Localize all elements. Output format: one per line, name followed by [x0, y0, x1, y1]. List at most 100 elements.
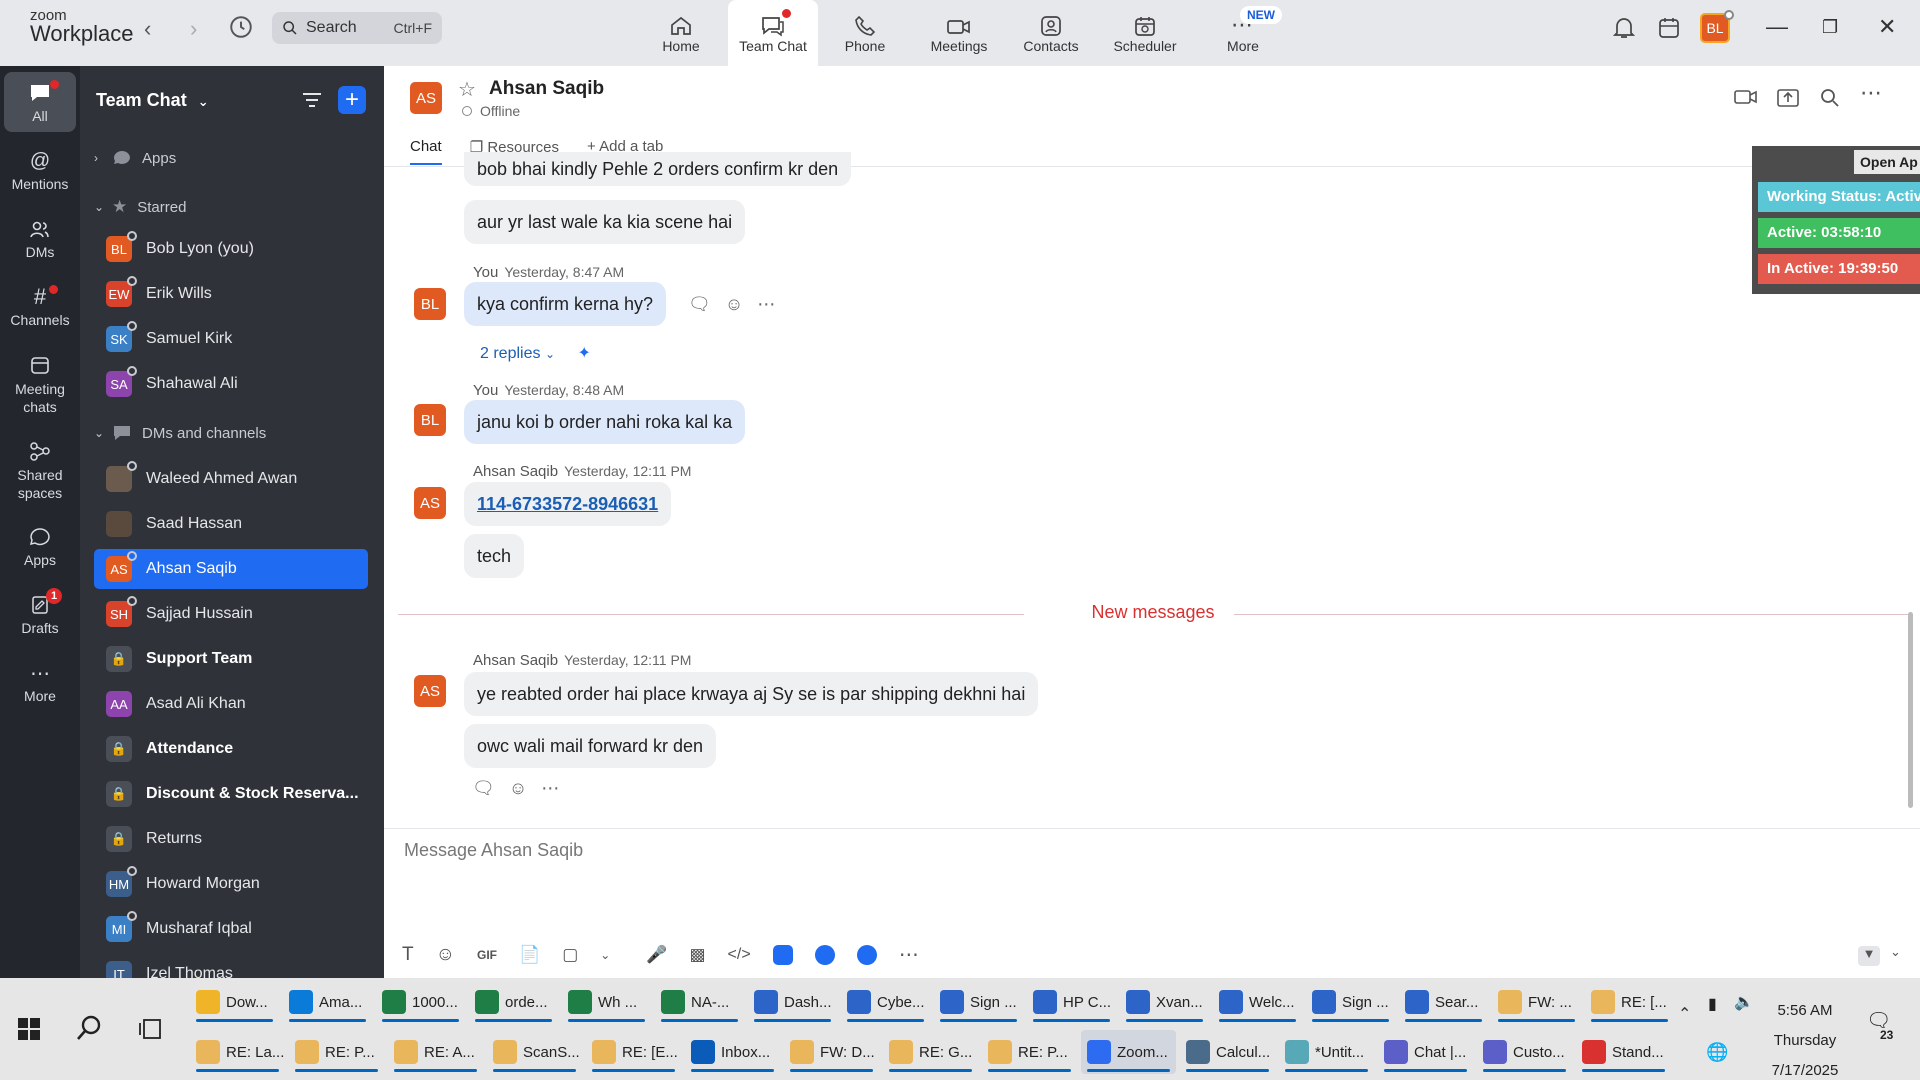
system-clock[interactable]: 5:56 AM Thursday 7/17/2025 — [1760, 996, 1850, 1080]
nav-team-chat[interactable]: Team Chat — [728, 0, 818, 66]
rail-more[interactable]: ⋯ More — [4, 658, 76, 705]
sidebar-title[interactable]: Team Chat ⌄ — [96, 90, 209, 111]
sidebar-item-sajjad-hussain[interactable]: SH Sajjad Hussain — [94, 594, 368, 634]
sidebar-item-howard-morgan[interactable]: HM Howard Morgan — [94, 864, 368, 904]
taskbar-app-button[interactable]: Wh ... — [562, 980, 651, 1024]
ai-sparkle-icon[interactable]: ✦ — [577, 345, 590, 362]
thread-replies-link[interactable]: 2 replies ⌄ ✦ — [480, 343, 591, 363]
contact-name[interactable]: Ahsan Saqib — [489, 78, 604, 100]
nav-meetings[interactable]: Meetings — [914, 0, 1004, 66]
taskbar-app-button[interactable]: NA-... — [655, 980, 744, 1024]
rail-channels[interactable]: # Channels — [4, 282, 76, 328]
taskbar-app-button[interactable]: RE: P... — [289, 1030, 384, 1074]
avatar[interactable]: BL — [414, 288, 446, 320]
taskbar-app-button[interactable]: RE: [... — [1585, 980, 1674, 1024]
star-icon[interactable]: ☆ — [458, 77, 476, 102]
back-arrow-icon[interactable]: ‹ — [144, 16, 151, 42]
more-options-icon[interactable]: ⋯ — [1860, 80, 1882, 106]
taskbar-app-button[interactable]: RE: G... — [883, 1030, 978, 1074]
rail-shared-spaces[interactable]: Shared spaces — [4, 436, 76, 502]
taskbar-app-button[interactable]: Cybe... — [841, 980, 930, 1024]
open-app-button[interactable]: Open Ap — [1854, 150, 1920, 174]
taskbar-app-button[interactable]: RE: [E... — [586, 1030, 681, 1074]
forward-arrow-icon[interactable]: › — [190, 16, 197, 42]
contact-avatar[interactable]: AS — [410, 82, 442, 114]
sidebar-item-saad-hassan[interactable]: Saad Hassan — [94, 504, 368, 544]
taskbar-app-button[interactable]: Custo... — [1477, 1030, 1572, 1074]
chevron-down-icon[interactable]: ⌄ — [600, 948, 610, 962]
taskbar-app-button[interactable]: Sign ... — [934, 980, 1023, 1024]
chevron-up-icon[interactable]: ⌃ — [1678, 1004, 1691, 1024]
rail-apps[interactable]: Apps — [4, 522, 76, 568]
order-number-link[interactable]: 114-6733572-8946631 — [477, 494, 658, 515]
avatar[interactable]: AS — [414, 675, 446, 707]
section-apps[interactable]: › Apps — [94, 149, 176, 167]
tab-chat[interactable]: Chat — [410, 138, 442, 165]
text-format-icon[interactable]: T — [402, 944, 414, 966]
taskbar-app-button[interactable]: 1000... — [376, 980, 465, 1024]
sidebar-item-shahawal-ali[interactable]: SA Shahawal Ali — [94, 364, 368, 404]
message-bubble[interactable]: bob bhai kindly Pehle 2 orders confirm k… — [464, 152, 852, 186]
taskbar-app-button[interactable]: FW: ... — [1492, 980, 1581, 1024]
app-icon[interactable] — [814, 944, 835, 965]
section-starred[interactable]: ⌄ ★ Starred — [94, 197, 186, 217]
app-icon[interactable] — [856, 944, 877, 965]
task-view-icon[interactable] — [138, 1018, 162, 1040]
app-icon[interactable] — [772, 944, 793, 965]
video-message-icon[interactable]: ▩ — [689, 945, 705, 965]
history-icon[interactable] — [228, 14, 254, 40]
reply-icon[interactable]: 🗨 — [472, 778, 495, 799]
sidebar-item-support-team[interactable]: 🔒 Support Team — [94, 639, 368, 679]
windows-start-icon[interactable] — [18, 1018, 40, 1040]
taskbar-app-button[interactable]: Dow... — [190, 980, 279, 1024]
message-bubble[interactable]: owc wali mail forward kr den — [464, 724, 717, 768]
emoji-icon[interactable]: ☺ — [509, 778, 527, 799]
sidebar-item-asad-ali-khan[interactable]: AA Asad Ali Khan — [94, 684, 368, 724]
more-options-icon[interactable]: ⋯ — [757, 294, 775, 315]
taskbar-app-button[interactable]: HP C... — [1027, 980, 1116, 1024]
message-bubble[interactable]: ye reabted order hai place krwaya aj Sy … — [464, 672, 1039, 716]
message-bubble[interactable]: 114-6733572-8946631 — [464, 482, 672, 526]
nav-home[interactable]: Home — [636, 0, 726, 66]
minimize-icon[interactable]: — — [1766, 14, 1788, 40]
sidebar-item-bob-lyon[interactable]: BL Bob Lyon (you) — [94, 229, 368, 269]
rail-mentions[interactable]: @ Mentions — [4, 146, 76, 193]
avatar[interactable]: AS — [414, 487, 446, 519]
taskbar-app-button[interactable]: Sign ... — [1306, 980, 1395, 1024]
share-screen-icon[interactable] — [1777, 88, 1799, 108]
video-call-icon[interactable] — [1734, 88, 1758, 106]
nav-phone[interactable]: Phone — [820, 0, 910, 66]
nav-scheduler[interactable]: Scheduler — [1100, 0, 1190, 66]
emoji-icon[interactable]: ☺ — [436, 944, 455, 966]
taskbar-app-button[interactable]: RE: P... — [982, 1030, 1077, 1074]
taskbar-app-button[interactable]: Sear... — [1399, 980, 1488, 1024]
battery-icon[interactable]: ▮ — [1708, 994, 1717, 1014]
more-options-icon[interactable]: ⋯ — [541, 778, 559, 799]
sidebar-item-izel-thomas[interactable]: IT Izel Thomas — [94, 954, 368, 978]
sidebar-item-ahsan-saqib[interactable]: AS Ahsan Saqib — [94, 549, 368, 589]
rail-meeting-chats[interactable]: Meeting chats — [4, 350, 76, 416]
filter-icon[interactable] — [301, 90, 323, 110]
scrollbar[interactable] — [1908, 612, 1913, 808]
message-bubble[interactable]: tech — [464, 534, 525, 578]
restore-icon[interactable]: ❐ — [1822, 17, 1838, 38]
chevron-down-icon[interactable]: ⌄ — [1890, 944, 1901, 960]
send-options-icon[interactable]: ▼ — [1858, 946, 1880, 966]
search-icon[interactable] — [1820, 88, 1840, 108]
taskbar-app-button[interactable]: Dash... — [748, 980, 837, 1024]
taskbar-app-button[interactable]: orde... — [469, 980, 558, 1024]
message-bubble[interactable]: janu koi b order nahi roka kal ka — [464, 400, 746, 444]
new-chat-button[interactable]: + — [338, 86, 366, 114]
message-bubble[interactable]: kya confirm kerna hy? — [464, 282, 667, 326]
reply-icon[interactable]: 🗨 — [688, 294, 711, 315]
globe-icon[interactable]: 🌐 — [1706, 1042, 1728, 1063]
taskbar-app-button[interactable]: ScanS... — [487, 1030, 582, 1074]
sidebar-item-waleed-ahmed-awan[interactable]: Waleed Ahmed Awan — [94, 459, 368, 499]
sidebar-item-discount-stock[interactable]: 🔒 Discount & Stock Reserva... — [94, 774, 368, 814]
taskbar-app-button[interactable]: Xvan... — [1120, 980, 1209, 1024]
nav-contacts[interactable]: Contacts — [1006, 0, 1096, 66]
file-icon[interactable]: 📄 — [519, 945, 540, 965]
sidebar-item-musharaf-iqbal[interactable]: MI Musharaf Iqbal — [94, 909, 368, 949]
taskbar-app-button[interactable]: RE: La... — [190, 1030, 285, 1074]
taskbar-app-button[interactable]: Inbox... — [685, 1030, 780, 1074]
